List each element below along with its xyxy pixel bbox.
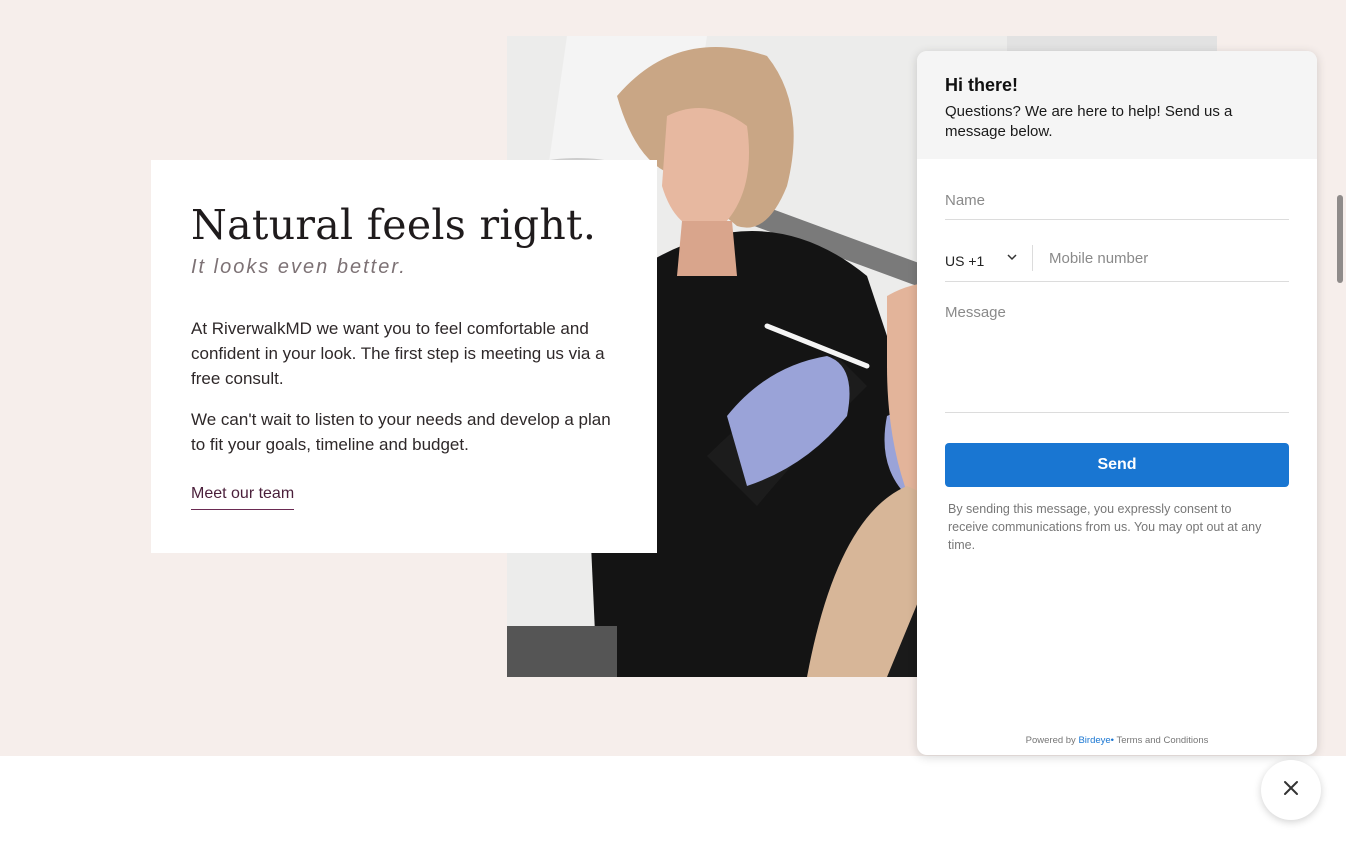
- scrollbar-thumb[interactable]: [1337, 195, 1343, 283]
- powered-by-label: Powered by: [1025, 735, 1076, 746]
- mobile-number-input[interactable]: [1049, 248, 1269, 268]
- phone-field-wrapper: US +1: [945, 220, 1289, 282]
- hero-title: Natural feels right.: [191, 201, 597, 249]
- terms-link[interactable]: Terms and Conditions: [1116, 735, 1208, 746]
- widget-subtext: Questions? We are here to help! Send us …: [945, 103, 1233, 140]
- hero-subtitle: It looks even better.: [191, 256, 407, 278]
- chat-widget: Hi there! Questions? We are here to help…: [917, 51, 1317, 755]
- intro-card: Natural feels right. It looks even bette…: [151, 160, 657, 553]
- consent-text: By sending this message, you expressly c…: [948, 502, 1262, 552]
- widget-form: US +1 Send By sending this message, you …: [917, 159, 1317, 554]
- country-code-value: US +1: [945, 253, 985, 269]
- meet-our-team-link[interactable]: Meet our team: [191, 485, 295, 510]
- birdeye-plus-icon: •: [1110, 735, 1114, 746]
- chevron-down-icon: [1006, 250, 1018, 266]
- country-code-select[interactable]: US +1: [945, 245, 1033, 271]
- close-icon: [1283, 780, 1299, 801]
- name-field-wrapper: [945, 159, 1289, 220]
- widget-greeting: Hi there!: [945, 75, 1019, 95]
- message-field-wrapper: [945, 282, 1289, 413]
- widget-header: Hi there! Questions? We are here to help…: [917, 51, 1317, 159]
- powered-by-footer: Powered by Birdeye• Terms and Conditions: [917, 735, 1317, 746]
- name-input[interactable]: [945, 192, 1289, 209]
- send-button[interactable]: Send: [945, 443, 1289, 487]
- intro-paragraph-2: We can't wait to listen to your needs an…: [191, 410, 611, 454]
- close-chat-button[interactable]: [1261, 760, 1321, 820]
- message-input[interactable]: [945, 304, 1289, 404]
- intro-paragraph: At RiverwalkMD we want you to feel comfo…: [191, 319, 605, 388]
- birdeye-link[interactable]: Birdeye: [1078, 735, 1110, 746]
